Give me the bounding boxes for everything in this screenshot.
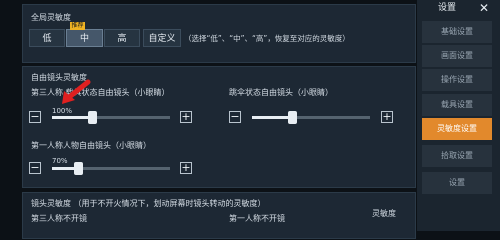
red-arrow-annotation [62, 79, 91, 104]
sidebar-item-controls[interactable]: 操作设置 [422, 69, 492, 91]
close-icon[interactable]: ✕ [473, 0, 495, 16]
slider1-track[interactable] [52, 111, 170, 124]
camera-sensitivity-title: 镜头灵敏度 （用于不开火情况下，划动屏幕时镜头转动的灵敏度） [31, 199, 266, 208]
slider1-minus-button[interactable]: − [29, 111, 41, 123]
slider2-label: 跳伞状态自由镜头（小眼睛） [229, 88, 333, 97]
slider3-label: 第一人称人物自由镜头（小眼睛） [31, 141, 151, 150]
slider2-handle[interactable] [288, 111, 298, 124]
sidebar-item-vehicle[interactable]: 载具设置 [422, 94, 492, 116]
slider3-track[interactable] [52, 162, 170, 175]
slider2-minus-button[interactable]: − [229, 111, 241, 123]
sidebar-item-basic[interactable]: 基础设置 [422, 21, 492, 43]
sidebar-item-sensitivity[interactable]: 灵敏度设置 [422, 118, 492, 140]
sensitivity-custom-button[interactable]: 自定义 [143, 29, 181, 47]
settings-title: 设置 [437, 3, 456, 13]
camera-col1-label: 第三人称不开镜 [31, 214, 87, 223]
sidebar-item-pickup[interactable]: 拾取设置 [422, 145, 492, 167]
slider1-label: 第三人称 载具状态自由镜头（小眼睛） [31, 88, 170, 97]
slider2-fill [252, 116, 293, 119]
sensitivity-high-button[interactable]: 高 [104, 29, 140, 47]
slider1-value: 100% [52, 107, 73, 115]
slider3-handle[interactable] [73, 162, 83, 175]
camera-bottom-cut-label: 灵敏度 [372, 209, 396, 218]
slider1-fill [52, 116, 93, 119]
slider3-minus-button[interactable]: − [29, 162, 41, 174]
recommend-badge: 推荐 [70, 22, 85, 30]
slider1-plus-button[interactable]: + [180, 111, 192, 123]
slider1-handle[interactable] [88, 111, 98, 124]
sensitivity-mid-button[interactable]: 中 [66, 29, 103, 47]
slider3-plus-button[interactable]: + [180, 162, 192, 174]
slider3-value: 70% [52, 157, 68, 165]
global-sensitivity-title: 全局灵敏度 [31, 13, 71, 22]
slider2-plus-button[interactable]: + [381, 111, 393, 123]
sensitivity-low-button[interactable]: 低 [29, 29, 65, 47]
sidebar-item-more[interactable]: 设置 [422, 172, 492, 194]
camera-col2-label: 第一人称不开镜 [229, 214, 285, 223]
sidebar-item-graphics[interactable]: 画面设置 [422, 45, 492, 67]
slider2-track[interactable] [252, 111, 370, 124]
custom-hint: （选择“低”、“中”、“高”，恢复至对应的灵敏度） [184, 34, 350, 43]
